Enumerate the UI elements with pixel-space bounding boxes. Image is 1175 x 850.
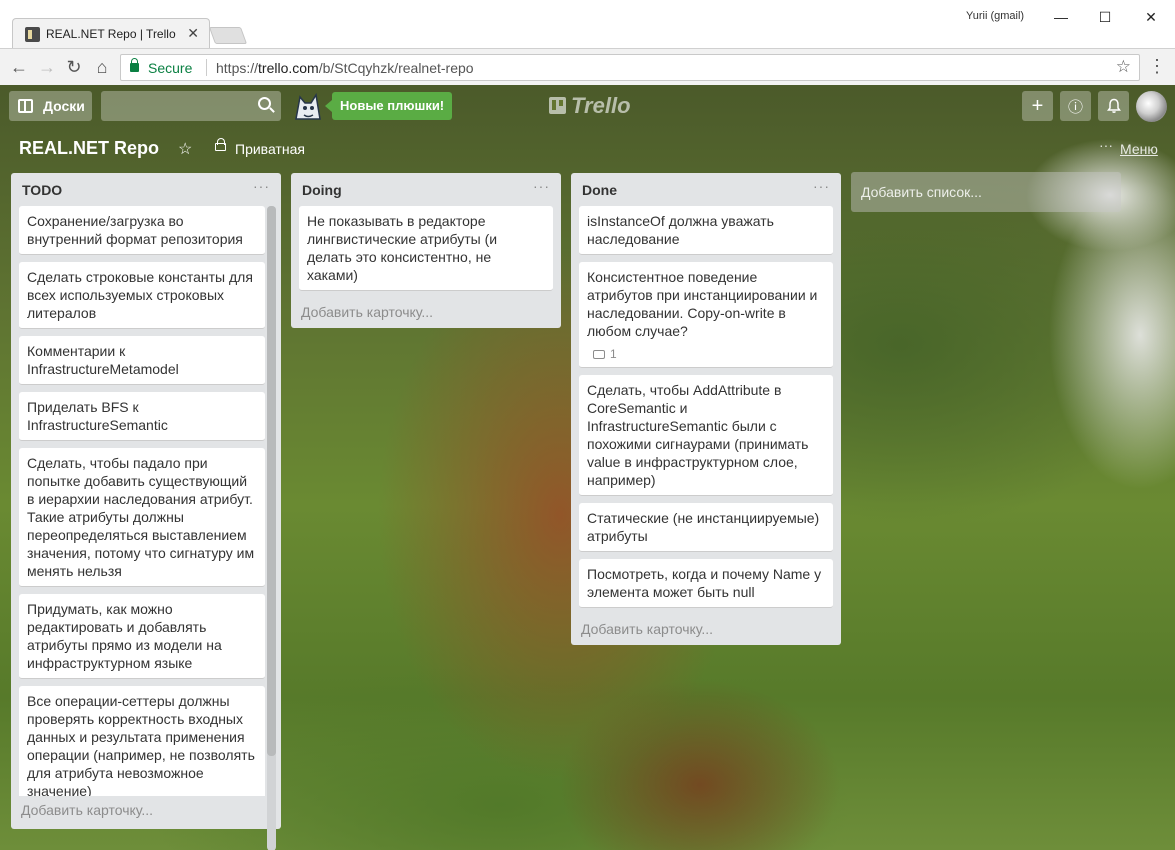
secure-label: Secure [148,60,193,76]
new-features-button[interactable]: Новые плюшки! [324,92,453,120]
list-menu-icon[interactable]: ··· [813,178,830,194]
list-scrollbar-thumb[interactable] [267,206,276,756]
board-menu-link[interactable]: Меню [1120,141,1158,157]
card-list: Сохранение/загрузка во внутренний формат… [11,206,281,796]
board-header: REAL.NET Repo ☆ Приватная ··· Меню [0,131,1175,167]
bell-icon [1106,98,1121,113]
list-todo: TODO ··· Сохранение/загрузка во внутренн… [11,173,281,829]
window-close-icon[interactable]: ✕ [1136,6,1166,28]
card[interactable]: Сделать, чтобы падало при попытке добави… [19,448,265,587]
boards-button[interactable]: Доски [9,91,92,121]
user-avatar[interactable] [1136,91,1167,122]
card[interactable]: Не показывать в редакторе лингвистически… [299,206,553,291]
card[interactable]: Все операции-сеттеры должны проверять ко… [19,686,265,796]
add-card-button[interactable]: Добавить карточку... [571,615,841,645]
card[interactable]: Приделать BFS к InfrastructureSemantic [19,392,265,441]
board-canvas: Доски Новые плюшки! Trello + ⓘ REAL.NET … [0,85,1175,850]
omnibox-divider [206,59,207,76]
card[interactable]: Статические (не инстанциируемые) атрибут… [579,503,833,552]
back-arrow-icon[interactable]: ← [8,56,30,78]
profile-name[interactable]: Yurii (gmail) [966,10,1024,22]
list-header: Doing ··· [291,173,561,206]
forward-arrow-icon[interactable]: → [36,56,58,78]
card[interactable]: Комментарии к InfrastructureMetamodel [19,336,265,385]
list-done: Done ··· isInstanceOf должна уважать нас… [571,173,841,645]
lock-icon [130,58,139,72]
card[interactable]: Консистентное поведение атрибутов при ин… [579,262,833,368]
list-title[interactable]: Doing [302,182,342,198]
bookmark-star-icon[interactable]: ☆ [1116,57,1131,77]
card[interactable]: Придумать, как можно редактировать и доб… [19,594,265,679]
notifications-button[interactable] [1098,91,1129,121]
plus-icon: + [1031,95,1044,117]
add-list-button[interactable]: Добавить список... [851,172,1121,212]
add-card-button[interactable]: Добавить карточку... [291,298,561,328]
board-visibility[interactable]: Приватная [235,141,305,157]
info-icon: ⓘ [1067,99,1083,116]
taco-mascot-icon[interactable] [290,89,326,125]
url-text: https://trello.com/b/StCqyhzk/realnet-re… [216,60,474,76]
add-card-button[interactable]: Добавить карточку... [11,796,281,826]
trello-logo[interactable]: Trello [549,93,631,119]
url-prefix: https:// [216,60,259,76]
browser-toolbar: ← → ↻ ⌂ Secure https://trello.com/b/StCq… [0,48,1175,85]
app-header: Доски Новые плюшки! Trello + ⓘ [0,85,1175,127]
star-icon[interactable]: ☆ [178,139,192,159]
boards-button-label: Доски [43,98,85,114]
comment-count: 1 [610,347,617,361]
url-host: trello.com [258,60,319,76]
card[interactable]: Сделать, чтобы AddAttribute в CoreSemant… [579,375,833,496]
boards-icon [18,99,33,113]
trello-logo-icon [549,97,566,114]
url-path: /b/StCqyhzk/realnet-repo [318,60,474,76]
more-icon[interactable]: ··· [1099,137,1113,153]
board-title[interactable]: REAL.NET Repo [19,138,159,159]
list-title[interactable]: Done [582,182,617,198]
card-badges: 1 [587,345,825,361]
list-header: TODO ··· [11,173,281,206]
card-list: isInstanceOf должна уважать наследование… [571,206,841,608]
add-button[interactable]: + [1022,91,1053,121]
card-list: Не показывать в редакторе лингвистически… [291,206,561,291]
browser-menu-icon[interactable]: ⋮ [1148,56,1166,77]
card-title: Консистентное поведение атрибутов при ин… [587,269,818,339]
trello-logo-text: Trello [571,93,631,118]
trello-favicon-icon [25,27,40,42]
card[interactable]: Сохранение/загрузка во внутренний формат… [19,206,265,255]
browser-chrome: REAL.NET Repo | Trello ✕ Yurii (gmail) —… [0,0,1175,85]
list-menu-icon[interactable]: ··· [253,178,270,194]
lock-icon [215,138,226,151]
tab-title: REAL.NET Repo | Trello [46,27,176,41]
address-bar[interactable]: Secure https://trello.com/b/StCqyhzk/rea… [120,54,1140,81]
list-menu-icon[interactable]: ··· [533,178,550,194]
search-icon[interactable] [258,97,271,110]
new-tab-button[interactable] [208,27,248,44]
list-header: Done ··· [571,173,841,206]
browser-tab[interactable]: REAL.NET Repo | Trello ✕ [12,18,210,48]
title-bar: REAL.NET Repo | Trello ✕ Yurii (gmail) —… [0,0,1175,48]
list-title[interactable]: TODO [22,182,62,198]
list-doing: Doing ··· Не показывать в редакторе линг… [291,173,561,328]
search-input[interactable] [101,91,281,121]
card[interactable]: isInstanceOf должна уважать наследование [579,206,833,255]
card[interactable]: Посмотреть, когда и почему Name у элемен… [579,559,833,608]
reload-icon[interactable]: ↻ [63,56,85,78]
card[interactable]: Сделать строковые константы для всех исп… [19,262,265,329]
comment-icon [593,350,605,359]
tab-close-icon[interactable]: ✕ [187,25,199,42]
maximize-icon[interactable]: ☐ [1090,6,1120,28]
home-icon[interactable]: ⌂ [91,56,113,78]
list-scrollbar[interactable] [267,206,276,850]
info-button[interactable]: ⓘ [1060,91,1091,121]
minimize-icon[interactable]: — [1046,6,1076,28]
